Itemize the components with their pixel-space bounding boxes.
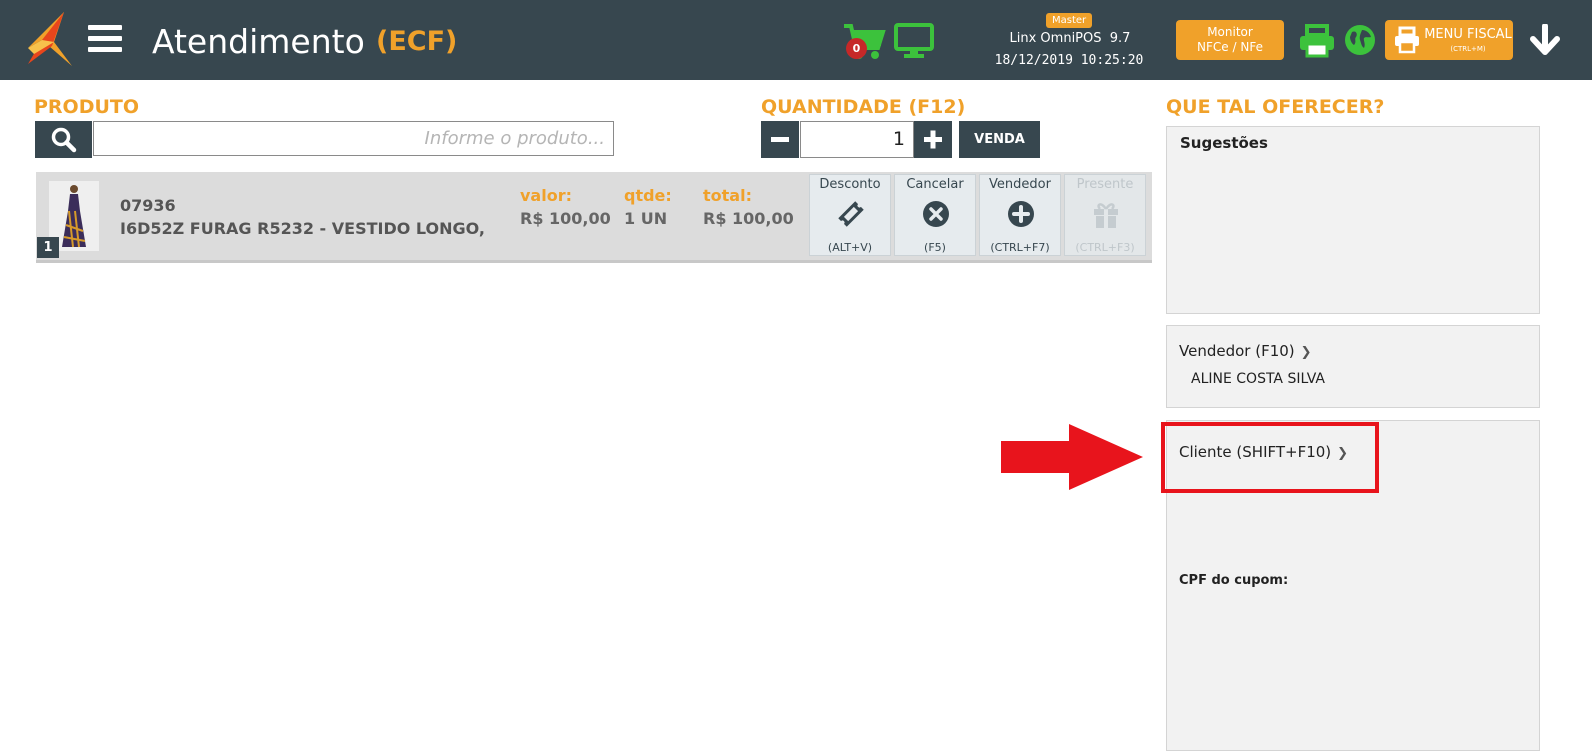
cancel-action-label: Cancelar [906, 177, 964, 192]
app-version-number: 9.7 [1109, 31, 1131, 46]
discount-action-label: Desconto [819, 177, 881, 192]
suggestions-title: Sugestões [1180, 134, 1268, 152]
item-total: R$ 100,00 [703, 209, 794, 228]
search-icon [51, 127, 77, 153]
master-badge: Master [1046, 13, 1093, 28]
monitor-btn-line1: Monitor [1207, 25, 1253, 39]
app-version: Linx OmniPOS 9.7 [990, 31, 1150, 46]
quantity-label: QUANTIDADE (F12) [761, 96, 966, 118]
monitor-nfce-button[interactable]: Monitor NFCe / NFe [1176, 20, 1284, 60]
item-description: I6D52Z FURAG R5232 - VESTIDO LONGO, USO [120, 219, 486, 238]
item-code: 07936 [120, 196, 176, 215]
item-qtde-label: qtde: [624, 186, 672, 205]
seller-action-shortcut: (CTRL+F7) [990, 241, 1050, 254]
linx-logo-icon [28, 12, 72, 66]
gift-action-shortcut: (CTRL+F3) [1075, 241, 1135, 254]
gift-action-button[interactable]: Presente (CTRL+F3) [1064, 174, 1146, 256]
search-button[interactable] [35, 121, 92, 158]
monitor-icon[interactable] [894, 23, 934, 59]
printer-icon[interactable] [1298, 24, 1336, 58]
app-name: Linx OmniPOS [1009, 31, 1102, 46]
menu-fiscal-shortcut: (CTRL+M) [1450, 45, 1486, 53]
menu-fiscal-button[interactable]: MENU FISCAL (CTRL+M) [1385, 20, 1513, 60]
cancel-action-shortcut: (F5) [924, 241, 946, 254]
seller-action-button[interactable]: Vendedor (CTRL+F7) [979, 174, 1061, 256]
cancel-action-button[interactable]: Cancelar (F5) [894, 174, 976, 256]
ticket-icon [838, 201, 864, 227]
item-qtde: 1 UN [624, 209, 668, 228]
chevron-right-icon: ❯ [1300, 345, 1312, 360]
product-label: PRODUTO [34, 96, 140, 118]
globe-icon[interactable] [1344, 24, 1376, 56]
printer-icon [1395, 26, 1419, 54]
cancel-circle-icon [923, 201, 949, 227]
datetime: 18/12/2019 10:25:20 [994, 53, 1144, 68]
quantity-decrement-button[interactable] [761, 121, 799, 158]
product-input[interactable]: Informe o produto... [93, 121, 614, 156]
mode-label: (ECF) [376, 26, 458, 57]
discount-action-button[interactable]: Desconto (ALT+V) [809, 174, 891, 256]
seller-title[interactable]: Vendedor (F10) ❯ [1179, 342, 1312, 360]
gift-icon [1094, 203, 1118, 228]
suggestions-panel [1166, 126, 1540, 314]
seller-panel[interactable] [1166, 325, 1540, 408]
cart-count-badge: 0 [846, 38, 867, 59]
plus-circle-icon [1008, 201, 1034, 227]
sale-button[interactable]: VENDA [959, 121, 1040, 158]
monitor-btn-line2: NFCe / NFe [1197, 40, 1263, 54]
seller-title-label: Vendedor (F10) [1179, 342, 1295, 360]
plus-icon [924, 130, 942, 149]
menu-fiscal-label: MENU FISCAL [1424, 27, 1512, 42]
item-index: 1 [37, 237, 59, 258]
minus-icon [771, 137, 789, 142]
item-valor-label: valor: [520, 186, 572, 205]
seller-name: ALINE COSTA SILVA [1191, 371, 1325, 387]
gift-action-label: Presente [1076, 177, 1134, 192]
highlight-box [1161, 422, 1379, 493]
seller-action-label: Vendedor [989, 177, 1051, 192]
menu-hamburger-icon[interactable] [88, 25, 122, 55]
quantity-input[interactable]: 1 [800, 121, 914, 158]
quantity-increment-button[interactable] [914, 121, 952, 158]
item-total-label: total: [703, 186, 752, 205]
discount-action-shortcut: (ALT+V) [827, 241, 873, 254]
item-valor: R$ 100,00 [520, 209, 611, 228]
offer-title: QUE TAL OFERECER? [1166, 96, 1385, 118]
page-title: Atendimento [152, 22, 365, 61]
cpf-label: CPF do cupom: [1179, 573, 1289, 588]
red-arrow-icon [1001, 424, 1143, 490]
arrow-down-icon[interactable] [1528, 24, 1562, 56]
